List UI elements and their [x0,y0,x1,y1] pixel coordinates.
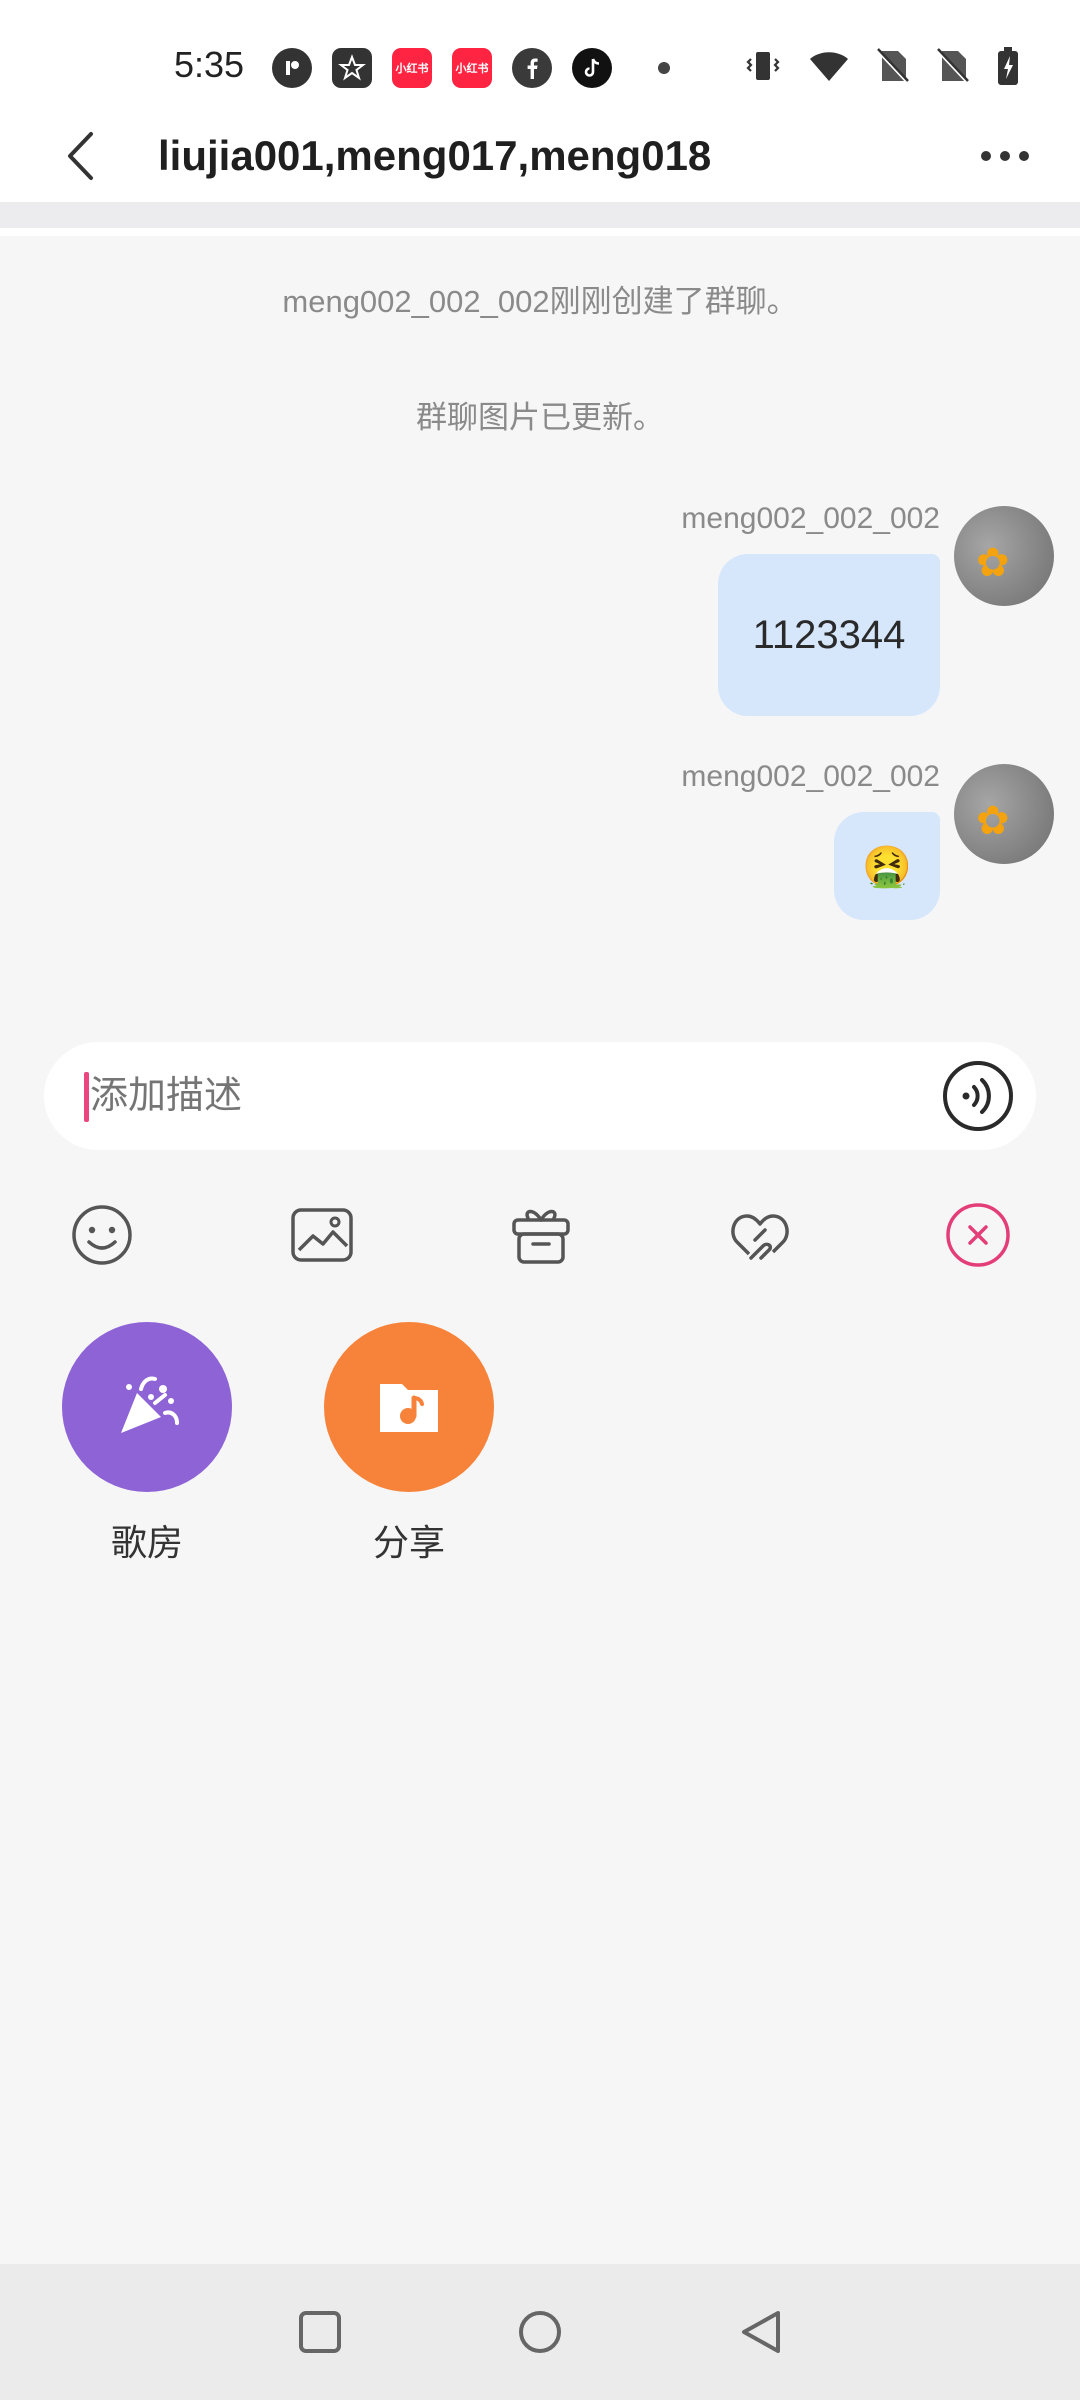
header-divider [0,228,1080,236]
square-icon [299,2311,341,2353]
back-button[interactable] [50,110,110,202]
recents-button[interactable] [290,2302,350,2362]
voice-icon[interactable] [942,1060,1014,1132]
notification-icons: 小红书 小红书 [272,48,670,88]
avatar[interactable]: ✿ [954,764,1054,864]
gift-icon[interactable] [506,1200,576,1270]
status-bar: 5:35 小红书 小红书 [0,0,1080,110]
close-icon[interactable] [943,1200,1013,1270]
system-message: 群聊图片已更新。 [416,400,664,435]
more-options-button[interactable] [970,134,1040,178]
no-sim-icon [936,48,970,85]
vomit-emoji-icon: 🤮 [862,844,912,889]
text-cursor [84,1072,89,1122]
flower-icon: ✿ [976,541,1010,585]
message-input-box[interactable] [44,1042,1036,1150]
message-bubble[interactable]: 🤮 [834,812,940,920]
sender-name: meng002_002_002 [681,760,940,793]
sender-name: meng002_002_002 [681,502,940,535]
vibrate-icon [746,52,780,80]
battery-charging-icon [998,47,1018,85]
circle-icon [519,2311,561,2353]
navigation-bar [0,2264,1080,2400]
no-sim-icon [876,48,910,85]
match-icon[interactable] [725,1200,795,1270]
music-folder-icon [380,1384,438,1432]
system-icons [744,46,1020,86]
message-bubble[interactable]: 1123344 [718,554,940,716]
tiktok-icon [572,48,612,88]
karaoke-room-button[interactable]: 歌房 [62,1322,232,1566]
more-dot-icon [1000,151,1010,161]
status-time: 5:35 [174,44,245,85]
facebook-icon [512,48,552,88]
triangle-back-icon [742,2311,780,2353]
avatar[interactable]: ✿ [954,506,1054,606]
star-icon [332,48,372,88]
flower-icon: ✿ [976,799,1010,843]
system-message: meng002_002_002刚刚创建了群聊。 [282,284,798,319]
wifi-icon [810,52,848,81]
emoji-icon[interactable] [67,1200,137,1270]
share-button[interactable]: 分享 [324,1322,494,1566]
chat-title: liujia001,meng017,meng018 [158,132,712,179]
message-text: 1123344 [752,612,906,657]
party-popper-icon [121,1376,179,1433]
share-circle [324,1322,494,1492]
karaoke-circle [62,1322,232,1492]
back-nav-button[interactable] [731,2302,791,2362]
home-button[interactable] [510,2302,570,2362]
karaoke-label: 歌房 [110,1522,183,1563]
chevron-left-icon [68,132,93,180]
app-icon [272,48,312,88]
more-dot-icon [981,151,991,161]
chat-screen: 5:35 小红书 小红书 liujia001,meng017,meng018 m… [0,0,1080,2400]
xiaohongshu-icon: 小红书 [392,48,432,88]
message-input[interactable] [90,1042,890,1150]
share-label: 分享 [372,1522,445,1563]
image-icon[interactable] [287,1200,357,1270]
chat-header: liujia001,meng017,meng018 [0,110,1080,202]
more-dot-icon [1019,151,1029,161]
dot-icon [658,62,670,74]
xiaohongshu-icon: 小红书 [452,48,492,88]
